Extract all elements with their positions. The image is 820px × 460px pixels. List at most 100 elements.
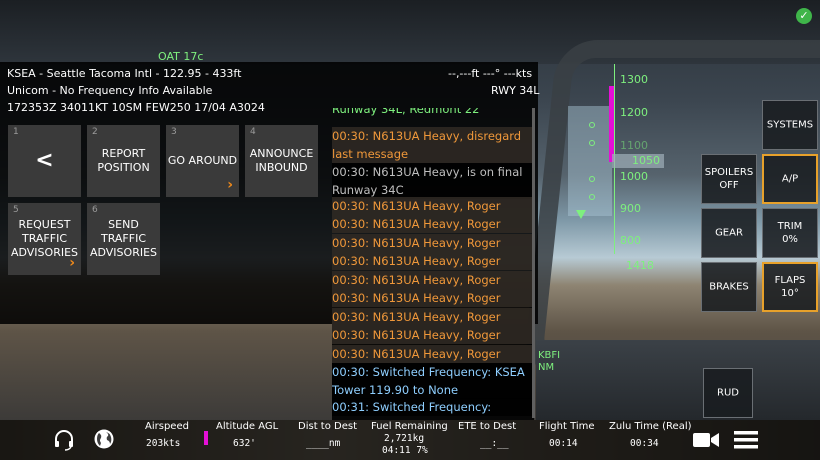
brakes-button[interactable]: BRAKES xyxy=(701,262,757,312)
altitude-value: 632' xyxy=(233,438,256,449)
menu-number: 6 xyxy=(92,205,98,215)
alt-tick: 1200 xyxy=(620,106,648,119)
alt-tick: 900 xyxy=(620,202,641,215)
gear-button[interactable]: GEAR xyxy=(701,208,757,258)
glideslope-dot xyxy=(589,176,595,182)
chevron-right-icon: › xyxy=(69,255,75,271)
log-message: 00:30: N613UA Heavy, Roger xyxy=(332,345,534,363)
fuel-label: Fuel Remaining xyxy=(371,421,448,432)
menu-label: ANNOUNCE INBOUND xyxy=(249,147,314,174)
altitude-current: 1050 xyxy=(612,154,664,168)
airspeed-value: 203kts xyxy=(146,438,181,449)
atc-message-log[interactable]: Runway 34L, Redmont 22 00:30: N613UA Hea… xyxy=(332,108,534,420)
fuel-value: 2,721kg xyxy=(384,433,425,444)
log-message: 00:30: N613UA Heavy, Roger xyxy=(332,289,534,307)
altitude-indicator-bar xyxy=(204,431,208,445)
menu-number: 3 xyxy=(171,127,177,137)
menu-label: REQUEST TRAFFIC ADVISORIES xyxy=(10,218,79,259)
chevron-right-icon: › xyxy=(227,177,233,193)
zulu-value: 00:34 xyxy=(630,438,659,449)
ete-label: ETE to Dest xyxy=(458,421,517,432)
menu-label: GO AROUND xyxy=(167,154,238,167)
status-check-icon: ✓ xyxy=(796,8,812,24)
log-message: 00:30: N613UA Heavy, Roger xyxy=(332,326,534,344)
menu-number: 2 xyxy=(92,127,98,137)
ils-distance: NM xyxy=(538,362,555,373)
trim-button[interactable]: TRIM 0% xyxy=(762,208,818,258)
trim-label: TRIM xyxy=(777,221,803,232)
log-scrollbar[interactable] xyxy=(532,108,535,418)
instrument-panel xyxy=(536,340,820,420)
flaps-label: FLAPS xyxy=(774,275,806,286)
glideslope-dot xyxy=(589,194,595,200)
button-label: FLAPS 10° xyxy=(764,274,816,300)
glideslope-dot xyxy=(589,122,595,128)
ils-ident: KBFI xyxy=(538,350,561,361)
request-traffic-advisories-button[interactable]: 5 REQUEST TRAFFIC ADVISORIES › xyxy=(8,203,81,275)
airport-info: KSEA - Seattle Tacoma Intl - 122.95 - 43… xyxy=(7,67,242,80)
log-message: 00:30: N613UA Heavy, Roger xyxy=(332,197,534,215)
altitude-label: Altitude AGL xyxy=(216,421,279,432)
flaps-value: 10° xyxy=(781,288,799,299)
go-around-button[interactable]: 3 GO AROUND › xyxy=(166,125,239,197)
button-label: GEAR xyxy=(715,227,743,239)
log-message: 00:30: N613UA Heavy, Roger xyxy=(332,252,534,270)
alt-tick: 1000 xyxy=(620,170,648,183)
menu-number: 4 xyxy=(250,127,256,137)
camera-icon[interactable] xyxy=(692,430,720,450)
button-label: A/P xyxy=(781,173,799,185)
button-label: BRAKES xyxy=(709,281,749,293)
menu-label: REPORT POSITION xyxy=(97,147,150,174)
log-message: 00:30: Switched Frequency: KSEA Tower 11… xyxy=(332,363,534,399)
alt-tick: 1300 xyxy=(620,73,648,86)
send-traffic-advisories-button[interactable]: 6 SEND TRAFFIC ADVISORIES xyxy=(87,203,160,275)
globe-icon[interactable] xyxy=(93,428,115,450)
bottom-status-bar: Airspeed 203kts Altitude AGL 632' Dist t… xyxy=(0,420,820,460)
distance-info: --,---ft ---° ---kts xyxy=(448,67,533,80)
log-message: Runway 34L, Redmont 22 xyxy=(332,108,480,116)
autopilot-button[interactable]: A/P xyxy=(762,154,818,204)
headset-icon[interactable] xyxy=(52,428,76,452)
flight-time-value: 00:14 xyxy=(549,438,578,449)
spoilers-button[interactable]: SPOILERS OFF xyxy=(701,154,757,204)
log-message: 00:31: Switched Frequency: xyxy=(332,398,534,416)
dist-value: ____nm xyxy=(306,438,341,449)
log-message: 00:30: N613UA Heavy, Roger xyxy=(332,215,534,233)
button-label: RUD xyxy=(717,387,739,399)
button-label: SYSTEMS xyxy=(766,119,814,131)
log-message: 00:30: N613UA Heavy, Roger xyxy=(332,234,534,252)
fuel-endurance: 04:11 7% xyxy=(382,445,428,456)
log-message: 00:30: N613UA Heavy, Roger xyxy=(332,308,534,326)
report-position-button[interactable]: 2 REPORT POSITION xyxy=(87,125,160,197)
menu-icon[interactable] xyxy=(734,429,758,451)
glideslope-dot xyxy=(589,140,595,146)
button-label: TRIM 0% xyxy=(763,220,817,246)
back-chevron-icon: < xyxy=(35,148,54,173)
runway-info: RWY 34L xyxy=(491,84,540,97)
flaps-button[interactable]: FLAPS 10° xyxy=(762,262,818,312)
frequency-info: Unicom - No Frequency Info Available xyxy=(7,84,213,97)
zulu-label: Zulu Time (Real) xyxy=(609,421,692,432)
menu-label: SEND TRAFFIC ADVISORIES xyxy=(89,218,158,259)
flight-time-label: Flight Time xyxy=(539,421,595,432)
metar-info: 172353Z 34011KT 10SM FEW250 17/04 A3024 xyxy=(7,101,265,114)
back-button[interactable]: 1 < xyxy=(8,125,81,197)
altitude-readout: 1418 xyxy=(626,259,654,272)
glideslope-caret-icon xyxy=(576,210,586,219)
dist-label: Dist to Dest xyxy=(298,421,357,432)
announce-inbound-button[interactable]: 4 ANNOUNCE INBOUND xyxy=(245,125,318,197)
ete-value: __:__ xyxy=(480,438,509,449)
log-message: 00:30: N613UA Heavy, Roger xyxy=(332,271,534,289)
alt-tick: 800 xyxy=(620,234,641,247)
menu-number: 1 xyxy=(13,127,19,137)
menu-number: 5 xyxy=(13,205,19,215)
log-message: 00:30: N613UA Heavy, disregard last mess… xyxy=(332,127,534,163)
systems-button[interactable]: SYSTEMS xyxy=(762,100,818,150)
button-label: SPOILERS OFF xyxy=(704,167,754,191)
log-message: 00:30: N613UA Heavy, is on final Runway … xyxy=(332,163,534,199)
airspeed-label: Airspeed xyxy=(145,421,189,432)
rudder-button[interactable]: RUD xyxy=(703,368,753,418)
altitude-bug xyxy=(609,86,614,162)
trim-value: 0% xyxy=(782,234,798,245)
alt-tick: 1100 xyxy=(620,139,648,152)
